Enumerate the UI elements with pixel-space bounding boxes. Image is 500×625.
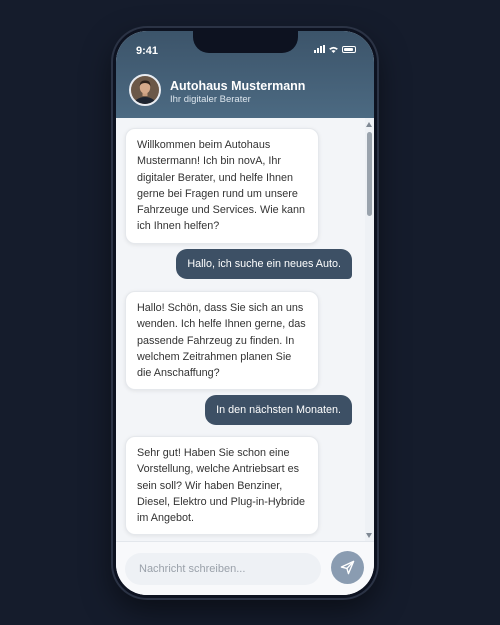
chat-subtitle: Ihr digitaler Berater [170, 94, 251, 105]
screen: 9:41 Autohaus Mustermann Ihr digitaler B… [116, 31, 374, 595]
chat-title: Autohaus Mustermann [170, 79, 306, 93]
signal-icon [314, 45, 325, 53]
send-button[interactable] [331, 551, 364, 584]
bot-message: Willkommen beim Autohaus Mustermann! Ich… [125, 128, 319, 244]
notch [193, 31, 298, 53]
send-icon [340, 560, 355, 575]
status-icons [314, 45, 356, 53]
battery-icon [342, 45, 356, 53]
wifi-icon [329, 46, 338, 53]
status-time: 9:41 [136, 45, 159, 57]
advisor-avatar-icon [131, 76, 159, 104]
phone-frame: 9:41 Autohaus Mustermann Ihr digitaler B… [113, 28, 377, 598]
scrollbar[interactable] [365, 118, 374, 542]
chat-header: 9:41 Autohaus Mustermann Ihr digitaler B… [116, 31, 374, 118]
composer [116, 541, 374, 595]
bot-message: Hallo! Schön, dass Sie sich an uns wende… [125, 291, 319, 391]
scroll-thumb[interactable] [367, 132, 372, 216]
message-input[interactable] [125, 553, 321, 585]
user-message: Hallo, ich suche ein neues Auto. [176, 249, 352, 280]
scroll-up-icon[interactable] [366, 122, 372, 127]
scroll-down-icon[interactable] [366, 533, 372, 538]
message-list[interactable]: Willkommen beim Autohaus Mustermann! Ich… [116, 118, 374, 542]
user-message: In den nächsten Monaten. [205, 395, 352, 426]
bot-message: Sehr gut! Haben Sie schon eine Vorstellu… [125, 436, 319, 536]
avatar [129, 74, 161, 106]
